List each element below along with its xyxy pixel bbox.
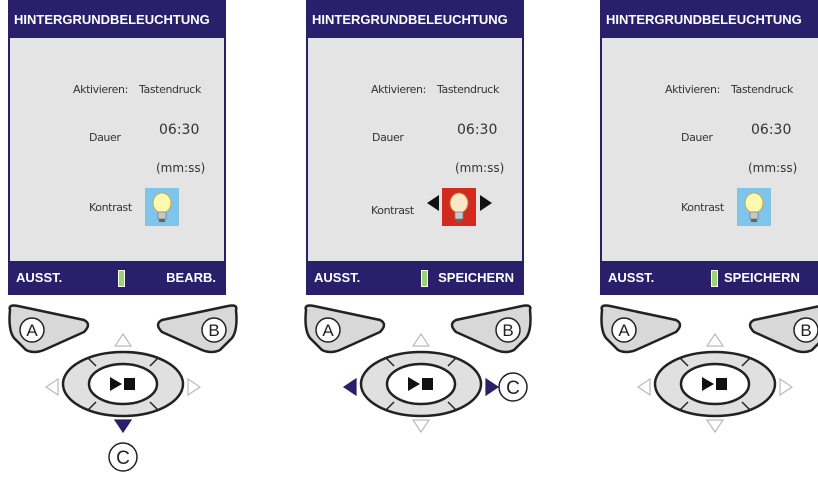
up-arrow-icon[interactable] [411, 332, 431, 347]
softkey-left-label: AUSST. [608, 270, 655, 285]
dauer-unit: (mm:ss) [748, 161, 798, 175]
kontrast-label: Kontrast [89, 201, 132, 214]
softkey-left-label: AUSST. [314, 270, 361, 285]
dauer-value: 06:30 [159, 122, 200, 138]
stop-icon [124, 378, 135, 390]
kontrast-label: Kontrast [371, 204, 414, 217]
panel-1: HINTERGRUNDBELEUCHTUNG Aktivieren: Taste… [8, 0, 238, 483]
aktivieren-value: Tastendruck [139, 83, 201, 96]
contrast-bulb-icon[interactable] [442, 188, 476, 226]
navigation-pad[interactable] [630, 328, 800, 436]
down-arrow-icon[interactable] [113, 419, 133, 434]
right-arrow-icon[interactable] [779, 377, 794, 397]
dauer-value: 06:30 [751, 122, 792, 138]
contrast-bulb-icon[interactable] [145, 188, 179, 226]
dauer-unit: (mm:ss) [156, 161, 206, 175]
up-arrow-icon[interactable] [705, 332, 725, 347]
device-screen: HINTERGRUNDBELEUCHTUNG Aktivieren: Taste… [600, 0, 818, 295]
battery-icon [421, 270, 428, 287]
device-screen: HINTERGRUNDBELEUCHTUNG Aktivieren: Taste… [306, 0, 524, 295]
left-arrow-icon[interactable] [636, 377, 651, 397]
up-arrow-icon[interactable] [113, 332, 133, 347]
device-screen: HINTERGRUNDBELEUCHTUNG Aktivieren: Taste… [8, 0, 226, 295]
softkey-a-letter: A [322, 321, 334, 340]
battery-icon [118, 270, 125, 287]
c-letter: C [506, 378, 520, 399]
softkey-b-letter: B [800, 321, 811, 340]
aktivieren-label: Aktivieren: [371, 83, 426, 96]
navigation-pad[interactable] [336, 328, 506, 436]
dauer-label: Dauer [372, 131, 404, 144]
dauer-unit: (mm:ss) [455, 161, 505, 175]
softkey-left-label: AUSST. [16, 270, 63, 285]
contrast-increase-icon[interactable] [479, 194, 493, 212]
softkey-right-label: BEARB. [166, 270, 216, 285]
softkey-b-letter: B [208, 321, 219, 340]
dauer-label: Dauer [89, 131, 121, 144]
stop-icon [716, 378, 727, 390]
screen-title: HINTERGRUNDBELEUCHTUNG [10, 2, 224, 38]
screen-title: HINTERGRUNDBELEUCHTUNG [602, 2, 818, 38]
left-arrow-icon[interactable] [44, 377, 59, 397]
screen-title: HINTERGRUNDBELEUCHTUNG [308, 2, 522, 38]
softkey-a-letter: A [618, 321, 630, 340]
right-arrow-icon[interactable] [187, 377, 202, 397]
panel-3: HINTERGRUNDBELEUCHTUNG Aktivieren: Taste… [600, 0, 818, 483]
dauer-value: 06:30 [457, 122, 498, 138]
c-button-marker: C [108, 442, 138, 472]
left-arrow-icon[interactable] [342, 377, 357, 397]
kontrast-label: Kontrast [681, 201, 724, 214]
down-arrow-icon[interactable] [411, 419, 431, 434]
softkey-bar: AUSST. SPEICHERN [308, 261, 522, 293]
battery-icon [711, 270, 718, 287]
aktivieren-value: Tastendruck [437, 83, 499, 96]
dauer-label: Dauer [681, 131, 713, 144]
c-letter: C [116, 448, 130, 469]
c-button-marker: C [498, 372, 528, 402]
down-arrow-icon[interactable] [705, 419, 725, 434]
aktivieren-label: Aktivieren: [665, 83, 720, 96]
contrast-bulb-icon[interactable] [737, 188, 771, 226]
softkey-bar: AUSST. SPEICHERN [602, 261, 818, 293]
panel-2: HINTERGRUNDBELEUCHTUNG Aktivieren: Taste… [304, 0, 532, 483]
softkey-a-letter: A [26, 321, 38, 340]
softkey-right-label: SPEICHERN [724, 270, 800, 285]
navigation-pad[interactable] [38, 328, 208, 436]
softkey-right-label: SPEICHERN [438, 270, 514, 285]
softkey-bar: AUSST. BEARB. [10, 261, 224, 293]
stop-icon [422, 378, 433, 390]
aktivieren-label: Aktivieren: [73, 83, 128, 96]
contrast-decrease-icon[interactable] [426, 194, 440, 212]
aktivieren-value: Tastendruck [731, 83, 793, 96]
